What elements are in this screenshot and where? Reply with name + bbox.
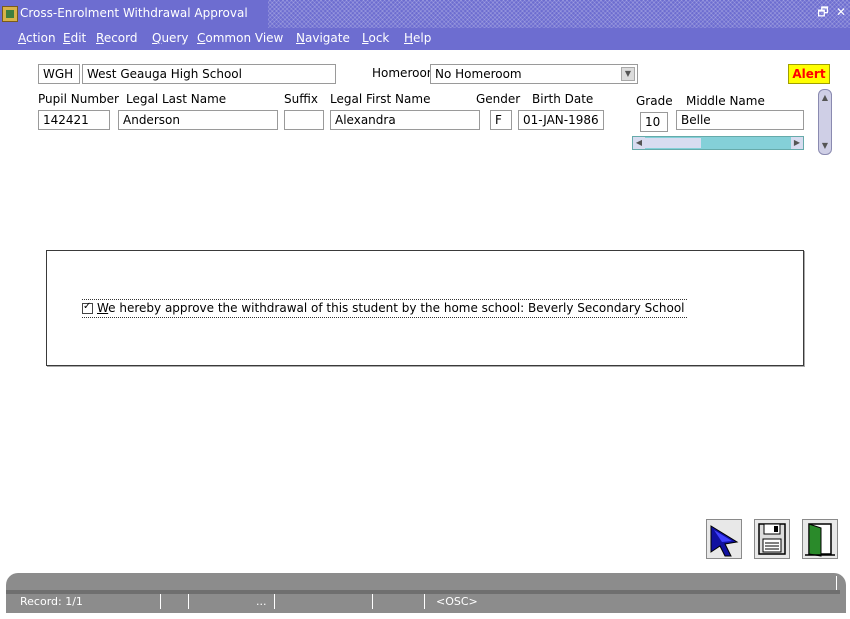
menu-help[interactable]: Help (404, 31, 431, 45)
chevron-down-icon[interactable]: ▼ (621, 67, 635, 81)
menu-help-mnemonic: H (404, 31, 414, 45)
exit-button[interactable] (802, 519, 838, 559)
restore-window-icon[interactable]: 🗗 (816, 5, 830, 19)
status-separator (160, 594, 161, 609)
record-indicator: Record: 1/1 (20, 595, 83, 608)
gender-label: Gender (476, 92, 521, 106)
menu-navigate-mnemonic: N (296, 31, 305, 45)
alert-button[interactable]: Alert (788, 64, 830, 84)
exit-icon (805, 523, 835, 557)
menu-bar: Action Edit Record Query Common View Nav… (0, 28, 850, 50)
pupil-number-field[interactable]: 142421 (38, 110, 110, 130)
scroll-up-icon[interactable]: ▲ (819, 91, 831, 105)
status-separator (424, 594, 425, 609)
gender-field[interactable]: F (490, 110, 512, 130)
menu-record[interactable]: Record (96, 31, 137, 45)
horizontal-scroll-thumb[interactable] (645, 138, 701, 148)
menu-navigate[interactable]: Navigate (296, 31, 350, 45)
homeroom-label: Homeroom (372, 66, 439, 80)
birth-date-field[interactable]: 01-JAN-1986 (518, 110, 604, 130)
school-name-field[interactable]: West Geauga High School (82, 64, 336, 84)
grade-label: Grade (636, 94, 673, 108)
menu-query-label: uery (161, 31, 189, 45)
suffix-field[interactable] (284, 110, 324, 130)
legal-last-name-label: Legal Last Name (126, 92, 227, 106)
legal-first-name-field[interactable]: Alexandra (330, 110, 480, 130)
menu-edit-mnemonic: E (63, 31, 71, 45)
menu-lock-label: ock (368, 31, 390, 45)
status-separator (188, 594, 189, 609)
status-bar-ribbon (6, 590, 840, 594)
legal-first-name-label: Legal First Name (330, 92, 431, 106)
homeroom-value: No Homeroom (435, 67, 522, 81)
menu-action[interactable]: Action (18, 31, 56, 45)
menu-action-label: ction (26, 31, 56, 45)
suffix-label: Suffix (284, 92, 318, 106)
menu-record-mnemonic: R (96, 31, 104, 45)
grade-field[interactable]: 10 (640, 112, 668, 132)
status-bar: Record: 1/1 ... <OSC> (0, 570, 850, 619)
menu-edit[interactable]: Edit (63, 31, 86, 45)
close-window-icon[interactable]: ✕ (834, 5, 848, 19)
approval-checkbox-row[interactable]: We hereby approve the withdrawal of this… (82, 299, 687, 318)
menu-help-label: elp (413, 31, 432, 45)
approval-text: e hereby approve the withdrawal of this … (108, 301, 685, 315)
scroll-right-icon[interactable]: ▶ (791, 137, 803, 149)
birth-date-label: Birth Date (532, 92, 594, 106)
middle-name-label: Middle Name (686, 94, 765, 108)
status-separator (274, 594, 275, 609)
menu-navigate-label: avigate (304, 31, 350, 45)
status-ellipsis: ... (256, 595, 267, 608)
pointer-button[interactable] (706, 519, 742, 559)
approval-checkbox[interactable] (82, 301, 93, 314)
pupil-number-label: Pupil Number (38, 92, 119, 106)
menu-lock[interactable]: Lock (362, 31, 389, 45)
middle-name-field[interactable]: Belle (676, 110, 804, 130)
menu-common-view[interactable]: Common View (197, 31, 283, 45)
status-bar-divider (836, 576, 837, 590)
horizontal-scrollbar[interactable]: ◀ ▶ (632, 136, 804, 150)
window-title: Cross-Enrolment Withdrawal Approval (20, 6, 248, 20)
title-bar: Cross-Enrolment Withdrawal Approval 🗗 ✕ (0, 0, 850, 28)
application-icon (2, 6, 18, 22)
menu-edit-label: dit (70, 31, 87, 45)
menu-common-view-label: ommon View (205, 31, 284, 45)
menu-query[interactable]: Query (152, 31, 188, 45)
save-icon (758, 523, 786, 555)
status-mode: <OSC> (436, 595, 478, 608)
menu-record-label: ecord (103, 31, 138, 45)
scroll-left-icon[interactable]: ◀ (633, 137, 645, 149)
save-button[interactable] (754, 519, 790, 559)
homeroom-select[interactable]: No Homeroom ▼ (430, 64, 638, 84)
school-code-field[interactable]: WGH (38, 64, 80, 84)
menu-action-mnemonic: A (18, 31, 26, 45)
approval-text-mnemonic: W (97, 301, 109, 315)
pointer-icon (710, 525, 739, 557)
status-separator (372, 594, 373, 609)
form-window: Cross-Enrolment Withdrawal Approval 🗗 ✕ … (0, 0, 850, 619)
scroll-down-icon[interactable]: ▼ (819, 139, 831, 153)
vertical-scrollbar[interactable]: ▲ ▼ (818, 89, 832, 155)
legal-last-name-field[interactable]: Anderson (118, 110, 278, 130)
